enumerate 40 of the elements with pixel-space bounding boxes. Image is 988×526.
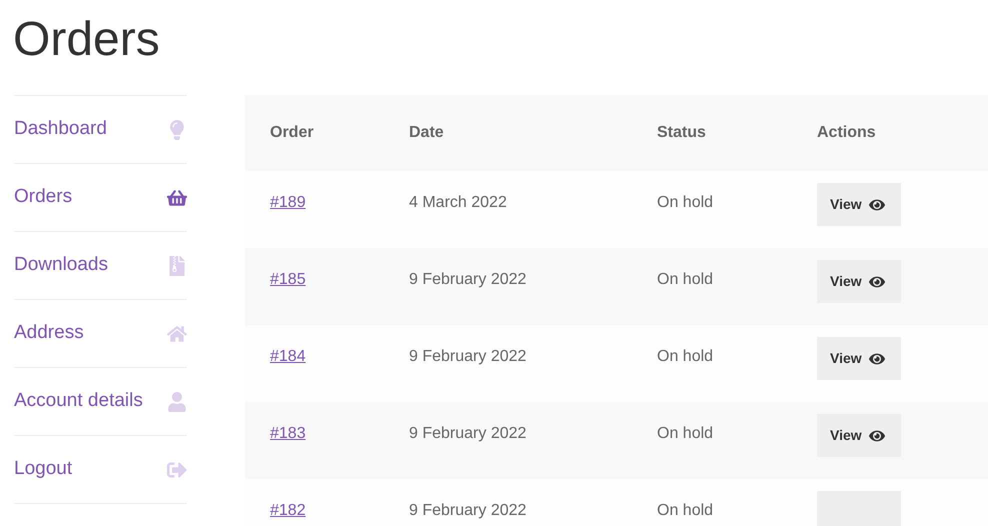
date-cell: 9 February 2022	[409, 271, 526, 288]
nav-item[interactable]: Downloads	[14, 232, 187, 300]
date-cell: 9 February 2022	[409, 348, 526, 365]
nav-item[interactable]: Dashboard	[14, 96, 187, 164]
house-icon	[167, 324, 187, 344]
status-cell: On hold	[657, 502, 714, 519]
column-header: Status	[657, 123, 707, 143]
order-link[interactable]: #185	[270, 271, 306, 288]
view-button[interactable]: View	[817, 183, 901, 226]
date-cell: 9 February 2022	[409, 425, 526, 442]
status-cell: On hold	[657, 194, 714, 211]
nav-item[interactable]: Orders	[14, 164, 187, 232]
order-link[interactable]: #184	[270, 348, 306, 365]
logout-icon	[167, 460, 187, 480]
person-icon	[167, 392, 187, 412]
nav-item[interactable]: Address	[14, 300, 187, 368]
status-cell: On hold	[657, 271, 714, 288]
eye-icon	[868, 350, 885, 366]
date-cell: 9 February 2022	[409, 502, 526, 519]
basket-icon	[167, 188, 187, 208]
column-header: Order	[270, 123, 315, 143]
order-link[interactable]: #182	[270, 502, 306, 519]
view-button[interactable]: View	[817, 337, 901, 380]
nav-item[interactable]: Logout	[14, 436, 187, 504]
column-header: Date	[409, 123, 445, 143]
page-title: Orders	[13, 12, 160, 68]
file-icon	[167, 256, 187, 276]
view-button[interactable]: View	[817, 414, 901, 457]
eye-icon	[868, 428, 885, 444]
eye-icon	[868, 196, 885, 212]
date-cell: 4 March 2022	[409, 194, 507, 211]
order-link[interactable]: #183	[270, 425, 306, 442]
status-cell: On hold	[657, 348, 714, 365]
order-link[interactable]: #189	[270, 194, 306, 211]
column-header: Actions	[817, 123, 877, 143]
lightbulb-icon	[167, 120, 187, 140]
nav-item[interactable]: Account details	[14, 368, 187, 436]
eye-icon	[868, 274, 885, 290]
status-cell: On hold	[657, 425, 714, 442]
view-button[interactable]: View	[817, 260, 901, 303]
